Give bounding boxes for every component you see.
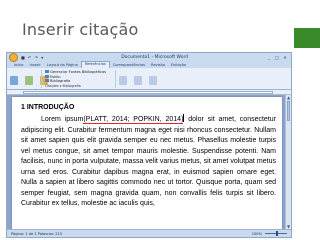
table-authorities-icon[interactable] — [149, 76, 158, 85]
document-page[interactable]: 1 INTRODUÇÃO Lorem ipsum(PLATT, 2014; PO… — [12, 97, 282, 233]
tab-referencias[interactable]: Referências — [80, 61, 110, 68]
ruler-track — [23, 91, 273, 94]
word-window: ■ ↶ ↷ ▾ Documento1 - Microsoft Word _ □ … — [6, 52, 292, 238]
close-icon[interactable]: ✕ — [281, 55, 289, 61]
document-area: 1 INTRODUÇÃO Lorem ipsum(PLATT, 2014; PO… — [7, 95, 285, 233]
toc-icon[interactable] — [25, 76, 34, 85]
minimize-icon[interactable]: _ — [265, 55, 273, 61]
office-button[interactable] — [9, 53, 18, 62]
status-bar: Página: 1 de 1 Palavras: 215 100% — [7, 229, 291, 237]
scroll-thumb[interactable] — [287, 101, 290, 121]
ribbon-separator — [115, 70, 116, 88]
citation[interactable]: (PLATT, 2014; POPKIN, 2014) — [83, 116, 184, 124]
ribbon-group-legendas — [119, 70, 159, 89]
quick-access-toolbar[interactable]: ■ ↶ ↷ ▾ — [21, 55, 44, 60]
maximize-icon[interactable]: □ — [273, 55, 281, 61]
sources-icon — [45, 70, 49, 73]
accent-bar — [294, 28, 320, 48]
ribbon: Inserir Nota de Rodapé Gerenciar Fontes … — [7, 68, 291, 98]
para-start: Lorem ipsum — [41, 116, 84, 123]
status-page-words: Página: 1 de 1 Palavras: 215 — [11, 231, 63, 236]
index-icon[interactable] — [134, 76, 143, 85]
para-rest: dolor sit amet, consectetur adipiscing e… — [21, 116, 276, 207]
style-icon — [45, 74, 49, 78]
footnote-icon[interactable] — [10, 76, 18, 85]
title-bar: ■ ↶ ↷ ▾ Documento1 - Microsoft Word _ □ … — [7, 53, 291, 62]
slide-title: Inserir citação — [22, 20, 139, 39]
zoom-slider-thumb[interactable] — [276, 231, 278, 236]
scroll-up-icon[interactable]: ▲ — [286, 95, 291, 100]
vertical-scrollbar[interactable]: ▲ ▼ — [285, 95, 291, 229]
section-heading: 1 INTRODUÇÃO — [21, 104, 75, 111]
ribbon-separator — [41, 70, 42, 88]
body-paragraph[interactable]: Lorem ipsum(PLATT, 2014; POPKIN, 2014) d… — [21, 114, 276, 210]
caption-icon[interactable] — [119, 76, 127, 85]
zoom-level[interactable]: 100% — [252, 232, 262, 236]
window-title: Documento1 - Microsoft Word — [121, 55, 189, 60]
zoom-slider[interactable] — [265, 231, 287, 236]
bibliography-icon — [45, 79, 49, 82]
